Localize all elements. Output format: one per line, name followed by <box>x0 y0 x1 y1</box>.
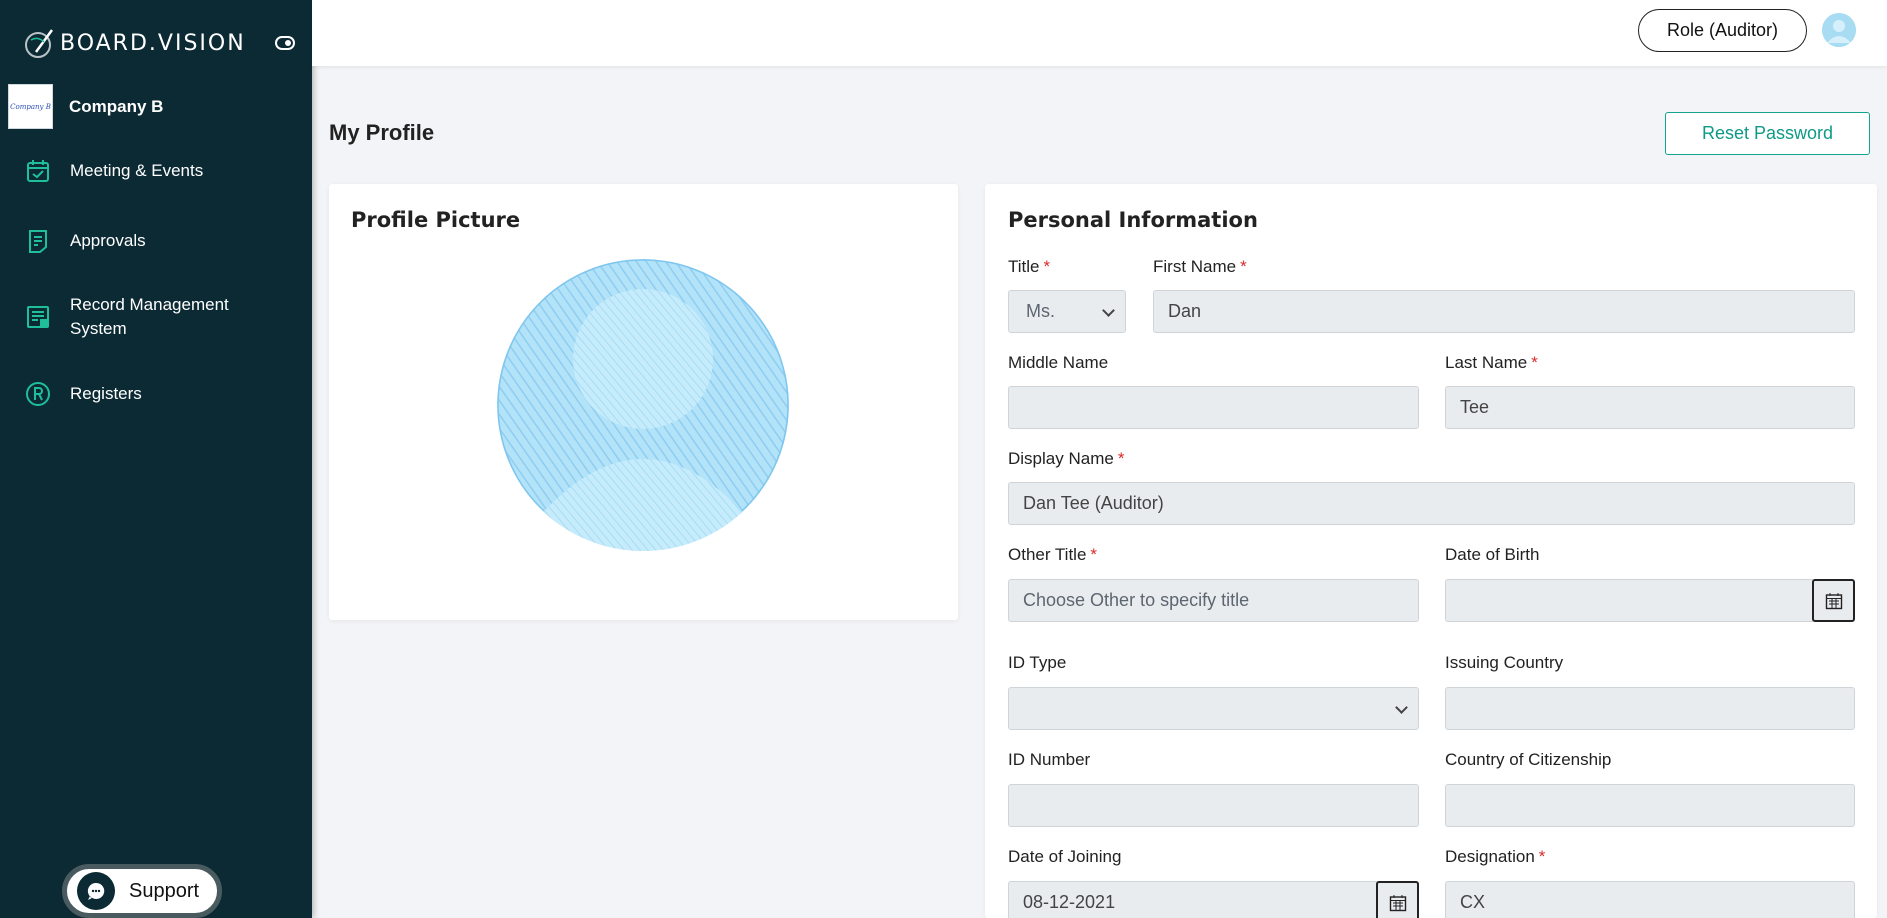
personal-information-title: Personal Information <box>1008 208 1258 232</box>
designation-field[interactable]: CX <box>1445 881 1855 918</box>
first-name-label-text: First Name <box>1153 257 1237 276</box>
id-type-label-text: ID Type <box>1008 653 1067 672</box>
display-name-label-text: Display Name <box>1008 449 1114 468</box>
middle-name-label: Middle Name <box>1008 353 1108 373</box>
country-of-citizenship-label: Country of Citizenship <box>1445 750 1611 770</box>
first-name-field[interactable]: Dan <box>1153 290 1855 333</box>
company-logo: Company B <box>8 84 53 129</box>
calendar-check-icon <box>24 157 52 185</box>
sidebar-item-record-management[interactable]: Record Management System <box>24 293 254 341</box>
last-name-label-text: Last Name <box>1445 353 1528 372</box>
issuing-country-label-text: Issuing Country <box>1445 653 1564 672</box>
middle-name-field[interactable] <box>1008 386 1419 429</box>
date-of-joining-field[interactable]: 08-12-2021 <box>1008 881 1380 918</box>
display-name-label: Display Name * <box>1008 449 1124 469</box>
role-switch-button[interactable]: Role (Auditor) <box>1638 9 1807 52</box>
sidebar-item-registers[interactable]: Registers <box>24 380 142 408</box>
designation-label-text: Designation <box>1445 847 1535 866</box>
reset-password-button[interactable]: Reset Password <box>1665 112 1870 155</box>
chevron-down-icon <box>1102 304 1115 317</box>
chevron-down-icon <box>1395 701 1408 714</box>
id-number-label: ID Number <box>1008 750 1090 770</box>
first-name-label: First Name * <box>1153 257 1247 277</box>
chat-icon <box>77 872 115 910</box>
user-placeholder-icon <box>497 259 789 551</box>
last-name-field[interactable]: Tee <box>1445 386 1855 429</box>
designation-label: Designation * <box>1445 847 1545 867</box>
required-marker: * <box>1240 257 1247 276</box>
required-marker: * <box>1531 353 1538 372</box>
sidebar-item-label: Meeting & Events <box>70 161 204 180</box>
issuing-country-field[interactable] <box>1445 687 1855 730</box>
brand-logo[interactable]: BOARD.VISION <box>22 26 246 60</box>
id-type-label: ID Type <box>1008 653 1066 673</box>
required-marker: * <box>1043 257 1051 276</box>
page-title: My Profile <box>329 120 435 145</box>
middle-name-label-text: Middle Name <box>1008 353 1109 372</box>
date-of-birth-label: Date of Birth <box>1445 545 1540 565</box>
sidebar-item-label: Approvals <box>70 231 146 250</box>
country-of-citizenship-field[interactable] <box>1445 784 1855 827</box>
company-switcher[interactable]: Company B Company B <box>8 84 163 129</box>
brand-name: BOARD.VISION <box>60 30 246 56</box>
calendar-icon <box>1825 592 1842 609</box>
other-title-label-text: Other Title <box>1008 545 1087 564</box>
profile-picture[interactable] <box>497 259 789 551</box>
title-select-value: Ms. <box>1026 301 1055 321</box>
id-number-field[interactable] <box>1008 784 1419 827</box>
profile-picture-card: Profile Picture <box>329 184 958 620</box>
sidebar-item-label: Record Management System <box>70 295 229 338</box>
title-select[interactable]: Ms. <box>1008 290 1126 333</box>
sidebar: BOARD.VISION Company B Company B Meeting… <box>0 0 312 918</box>
date-of-birth-label-text: Date of Birth <box>1445 545 1540 564</box>
other-title-label: Other Title * <box>1008 545 1097 565</box>
support-button[interactable]: Support <box>62 864 222 918</box>
board-vision-logo-icon <box>25 29 54 58</box>
calendar-icon <box>1389 894 1406 911</box>
date-of-joining-label-text: Date of Joining <box>1008 847 1122 866</box>
issuing-country-label: Issuing Country <box>1445 653 1563 673</box>
id-type-select[interactable] <box>1008 687 1419 730</box>
date-of-birth-field[interactable] <box>1445 579 1815 622</box>
date-of-joining-calendar-button[interactable] <box>1376 881 1419 918</box>
user-avatar-icon <box>1822 13 1856 47</box>
personal-information-card: Personal Information Title * Ms. First Na… <box>985 184 1877 918</box>
display-name-field[interactable]: Dan Tee (Auditor) <box>1008 482 1855 525</box>
date-of-birth-calendar-button[interactable] <box>1812 579 1855 622</box>
sidebar-item-approvals[interactable]: Approvals <box>24 227 146 255</box>
id-number-label-text: ID Number <box>1008 750 1091 769</box>
last-name-label: Last Name * <box>1445 353 1538 373</box>
document-list-icon <box>24 227 52 255</box>
sidebar-item-meeting-events[interactable]: Meeting & Events <box>24 157 203 185</box>
other-title-field[interactable]: Choose Other to specify title <box>1008 579 1419 622</box>
date-of-joining-label: Date of Joining <box>1008 847 1121 867</box>
country-of-citizenship-label-text: Country of Citizenship <box>1445 750 1612 769</box>
title-label-text: Title <box>1008 257 1040 276</box>
support-label: Support <box>129 879 200 902</box>
profile-picture-title: Profile Picture <box>351 208 521 232</box>
company-name: Company B <box>69 96 164 116</box>
sidebar-item-label: Registers <box>70 384 142 403</box>
registered-icon <box>24 380 52 408</box>
user-avatar[interactable] <box>1822 13 1856 47</box>
required-marker: * <box>1117 449 1125 468</box>
records-icon <box>24 303 52 331</box>
required-marker: * <box>1538 847 1546 866</box>
sidebar-toggle-icon[interactable] <box>275 36 295 50</box>
required-marker: * <box>1090 545 1098 564</box>
title-label: Title * <box>1008 257 1050 277</box>
